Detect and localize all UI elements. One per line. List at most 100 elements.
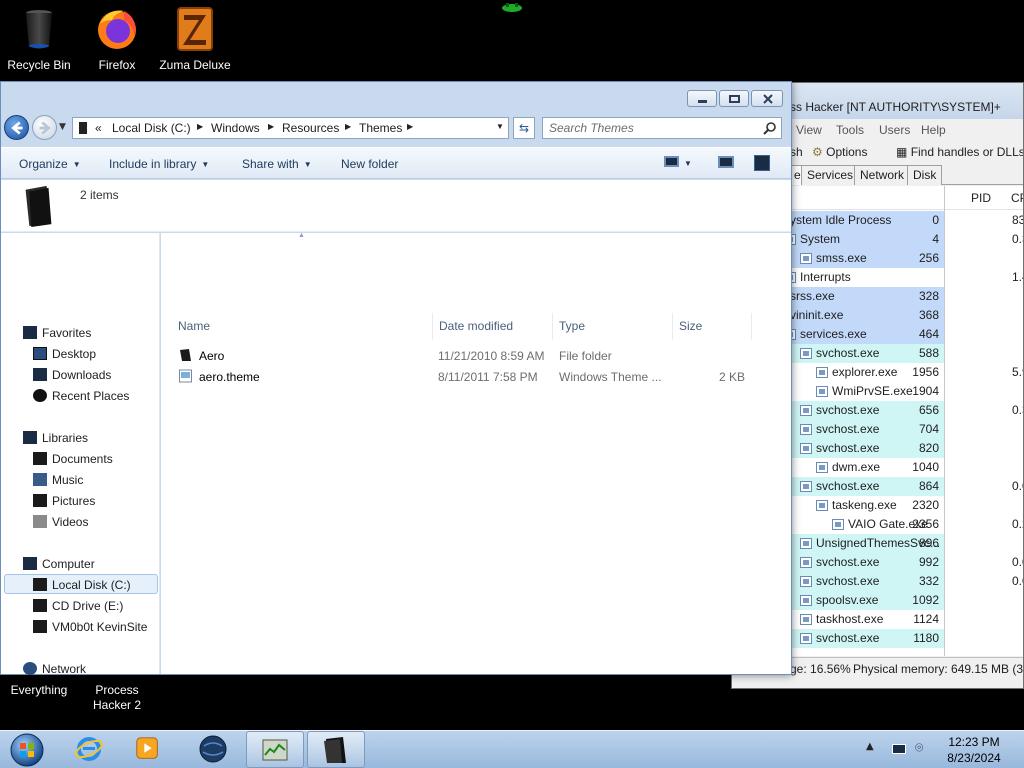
process-icon — [816, 500, 828, 511]
quick-launch-process-hacker[interactable]: Process Hacker 2 — [86, 683, 148, 713]
forward-button[interactable] — [32, 115, 57, 140]
share-label: Share with — [242, 157, 299, 171]
breadcrumb-chevron-icon[interactable]: ▶ — [197, 122, 203, 131]
menu-users[interactable]: Users — [879, 123, 910, 137]
include-in-library-button[interactable]: Include in library ▼ — [109, 157, 209, 171]
organize-label: Organize — [19, 157, 68, 171]
process-hacker-title: ss Hacker [NT AUTHORITY\SYSTEM]+ — [790, 100, 1001, 114]
breadcrumb-themes[interactable]: Themes — [359, 121, 402, 135]
minimize-button[interactable] — [687, 90, 717, 107]
column-pid[interactable]: PID — [971, 191, 991, 205]
new-folder-button[interactable]: New folder — [341, 157, 398, 171]
file-row[interactable]: aero.theme 8/11/2011 7:58 PM Windows The… — [171, 366, 771, 387]
options-button[interactable]: ⚙ Options — [812, 145, 867, 159]
breadcrumb-chevron-icon[interactable]: ▶ — [407, 122, 413, 131]
taskbar-process-hacker[interactable] — [246, 731, 304, 768]
nav-label: Computer — [42, 557, 95, 571]
nav-label: Libraries — [42, 431, 89, 445]
taskbar-explorer[interactable] — [307, 731, 365, 768]
refresh-icon: ⇆ — [518, 121, 530, 135]
start-orb-icon[interactable] — [8, 733, 46, 767]
tab-network[interactable]: Network — [854, 165, 911, 185]
column-header-type[interactable]: Type — [559, 319, 585, 333]
organize-button[interactable]: Organize ▼ — [19, 157, 81, 171]
network-drive-icon — [33, 620, 47, 633]
process-icon — [800, 614, 812, 625]
menu-view[interactable]: View — [796, 123, 822, 137]
file-list[interactable]: ▲ Name Date modified Type Size Aero 11/2… — [161, 232, 791, 674]
navigation-pane[interactable]: Favorites Desktop Downloads Recent Place… — [1, 233, 160, 676]
tray-display-icon[interactable] — [892, 744, 906, 754]
cpu-usage-status: ge: 16.56% — [790, 662, 851, 676]
share-with-button[interactable]: Share with ▼ — [242, 157, 312, 171]
process-cpu: 0.0 — [1012, 479, 1023, 493]
back-button[interactable] — [4, 115, 29, 140]
explorer-window[interactable]: ▼ « Local Disk (C:) ▶ Windows ▶ Resource… — [0, 81, 792, 676]
breadcrumb-overflow[interactable]: « — [95, 121, 102, 135]
tray-network-icon[interactable]: ⌾ — [915, 740, 923, 756]
process-pid: 256 — [918, 251, 939, 265]
nav-label: Pictures — [52, 494, 96, 508]
taskbar-internet-explorer[interactable] — [60, 731, 118, 768]
tray-overflow-icon[interactable]: ▲ — [866, 741, 874, 752]
breadcrumb-resources[interactable]: Resources — [282, 121, 339, 135]
forward-arrow-icon — [39, 121, 51, 135]
process-icon — [800, 424, 812, 435]
find-handles-button[interactable]: ▦ Find handles or DLLs — [896, 145, 1023, 159]
process-name: taskhost.exe — [816, 612, 884, 626]
recent-pages-dropdown-icon[interactable]: ▼ — [59, 122, 66, 132]
breadcrumb-chevron-icon[interactable]: ▶ — [345, 122, 351, 131]
column-header-size[interactable]: Size — [679, 319, 702, 333]
window-caption-buttons — [687, 90, 783, 108]
tab-services[interactable]: Services — [801, 165, 860, 185]
file-name: Aero — [199, 349, 225, 363]
search-box[interactable] — [542, 117, 782, 139]
desktop-icon-zuma[interactable]: Zuma Deluxe — [156, 6, 234, 72]
menu-help[interactable]: Help — [921, 123, 946, 137]
search-input[interactable] — [549, 121, 759, 135]
refresh-button[interactable]: ⇆ — [513, 117, 535, 139]
folder-thumbnail-icon — [25, 185, 52, 228]
process-pid: 1904 — [912, 384, 939, 398]
breadcrumb-local-disk[interactable]: Local Disk (C:) — [112, 121, 191, 135]
maximize-button[interactable] — [719, 90, 749, 107]
address-bar[interactable]: « Local Disk (C:) ▶ Windows ▶ Resources … — [72, 117, 509, 139]
taskbar-globe-app[interactable] — [184, 731, 242, 768]
column-header-date[interactable]: Date modified — [439, 319, 513, 333]
breadcrumb-windows[interactable]: Windows — [211, 121, 260, 135]
process-name: svchost.exe — [816, 441, 880, 455]
close-button[interactable] — [751, 90, 783, 107]
system-clock[interactable]: 12:23 PM 8/23/2024 — [944, 734, 1004, 766]
preview-pane-button[interactable] — [718, 156, 734, 171]
desktop-icon-recycle-bin[interactable]: Recycle Bin — [0, 6, 78, 72]
process-icon — [800, 443, 812, 454]
address-dropdown-icon[interactable]: ▼ — [496, 122, 504, 131]
preview-pane-icon — [718, 156, 734, 168]
menu-tools[interactable]: Tools — [836, 123, 864, 137]
process-pid: 0 — [932, 213, 939, 227]
nav-label: Music — [52, 473, 84, 487]
taskbar-media-player[interactable] — [120, 731, 178, 768]
process-pid: 368 — [918, 308, 939, 322]
desktop-icon-firefox[interactable]: Firefox — [78, 6, 156, 72]
column-header-name[interactable]: Name — [178, 319, 210, 333]
process-name: spoolsv.exe — [816, 593, 879, 607]
details-pane: 2 items — [1, 180, 791, 232]
change-view-button[interactable]: ▼ — [664, 156, 692, 170]
file-row[interactable]: Aero 11/21/2010 8:59 AM File folder — [171, 345, 771, 366]
process-icon — [800, 557, 812, 568]
process-icon — [800, 405, 812, 416]
file-type: File folder — [559, 349, 612, 363]
folder-location-icon — [79, 122, 87, 134]
help-button[interactable] — [754, 155, 770, 174]
column-cpu[interactable]: CP — [1011, 191, 1023, 205]
process-pid: 328 — [918, 289, 939, 303]
breadcrumb-chevron-icon[interactable]: ▶ — [268, 122, 274, 131]
tab-disk[interactable]: Disk — [907, 165, 943, 185]
quick-launch-everything[interactable]: Everything — [8, 683, 70, 698]
gear-icon: ⚙ — [812, 145, 823, 159]
process-cpu: 1.4 — [1012, 270, 1023, 284]
globe-app-icon — [199, 735, 227, 763]
process-cpu: 0.3 — [1012, 232, 1023, 246]
chevron-down-icon: ▼ — [684, 159, 692, 168]
